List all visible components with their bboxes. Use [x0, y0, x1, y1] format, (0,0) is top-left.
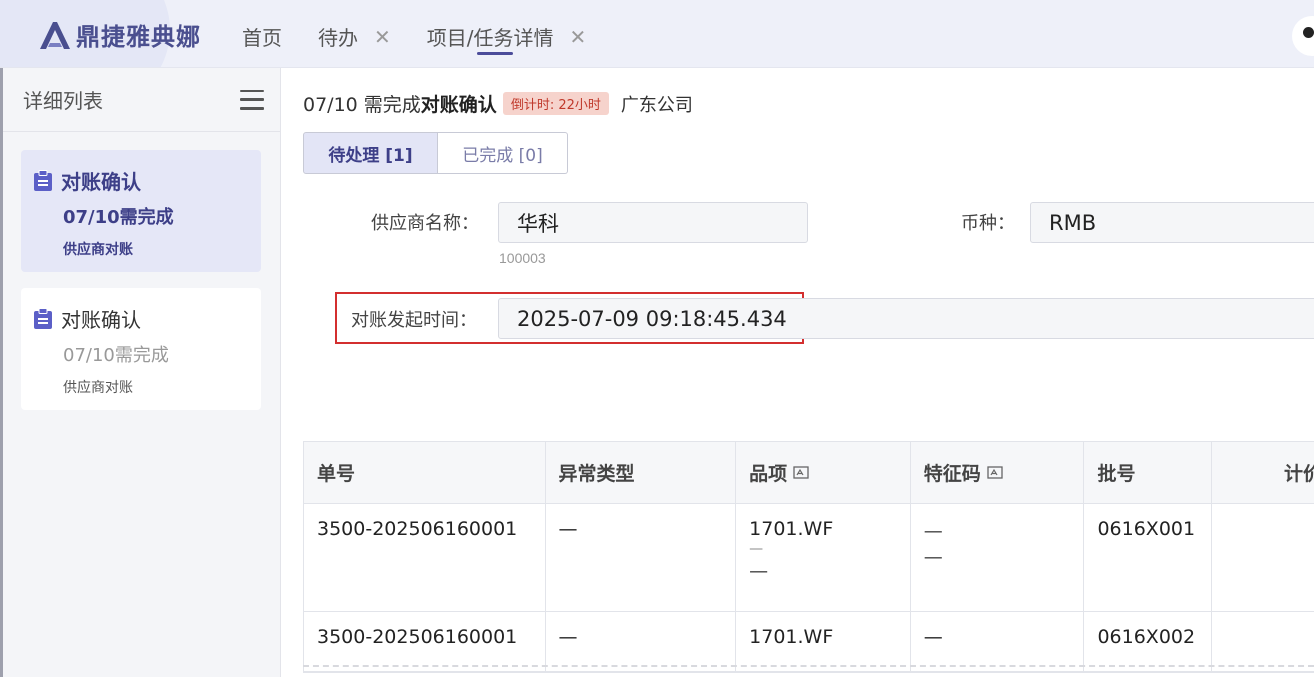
cell-feature: —	[911, 612, 1085, 671]
tab-task-detail[interactable]: 项目/任务详情 ✕	[426, 22, 587, 55]
currency-field[interactable]: RMB	[1030, 202, 1314, 243]
main-content: 07/10 需完成 对账确认 倒计时: 22小时 广东公司 待处理 [1] 已完…	[282, 68, 1314, 677]
clipboard-icon	[34, 307, 52, 329]
cell-feature: — —	[911, 504, 1085, 611]
sidebar-item-type: 供应商对账	[63, 380, 133, 396]
clipboard-icon	[34, 169, 52, 191]
currency-label: 币种：	[961, 213, 1015, 234]
col-feature-code-label: 特征码	[923, 463, 981, 485]
cell-feature-sub: —	[923, 546, 943, 568]
sidebar-item-due: 07/10需完成	[63, 345, 169, 366]
tab-todo[interactable]: 待办 ✕	[318, 22, 391, 51]
col-pricing[interactable]: 计价	[1212, 442, 1314, 503]
col-exception-type-label: 异常类型	[558, 463, 635, 485]
supplier-code: 100003	[499, 250, 546, 266]
avatar-icon	[1303, 27, 1314, 38]
nav-tabs: 首页 待办 ✕ 项目/任务详情 ✕	[242, 22, 622, 55]
col-order-no-label: 单号	[317, 463, 356, 485]
close-icon[interactable]: ✕	[374, 25, 391, 49]
cell-item-code: 1701.WF	[749, 518, 834, 540]
cell-pricing	[1212, 504, 1314, 611]
cell-feature-code: —	[923, 520, 943, 542]
col-exception-type[interactable]: 异常类型	[546, 442, 737, 503]
table-scroll-divider	[303, 665, 1314, 667]
col-order-no[interactable]: 单号	[304, 442, 546, 503]
sidebar-item-task-2[interactable]: 对账确认 07/10需完成 供应商对账	[21, 288, 261, 410]
edit-field-icon[interactable]	[987, 465, 1003, 481]
close-icon[interactable]: ✕	[570, 25, 587, 49]
sidebar: 详细列表 对账确认 07/10需完成 供应商对账 对账确认 07/10需完成 供…	[0, 68, 281, 677]
tab-pending[interactable]: 待处理 [1]	[303, 132, 438, 174]
sidebar-header: 详细列表	[3, 68, 280, 132]
top-header: 鼎捷雅典娜 首页 待办 ✕ 项目/任务详情 ✕	[0, 0, 1314, 68]
cell-batch: 0616X001	[1084, 504, 1213, 611]
supplier-label: 供应商名称：	[371, 213, 479, 234]
supplier-field[interactable]: 华科	[498, 202, 808, 243]
sidebar-item-title: 对账确认	[61, 170, 141, 194]
col-feature-code[interactable]: 特征码	[911, 442, 1085, 503]
col-item[interactable]: 品项	[736, 442, 911, 503]
sidebar-item-task-1[interactable]: 对账确认 07/10需完成 供应商对账	[21, 150, 261, 272]
reconciliation-table: 单号 异常类型 品项 特征码 批号 计价 3500-202506160001 —…	[303, 441, 1314, 673]
cell-item-sub: —	[749, 541, 764, 557]
tab-task-detail-label: 项目/任务详情	[426, 26, 554, 50]
cell-order-no: 3500-202506160001	[304, 504, 546, 611]
sidebar-item-title: 对账确认	[61, 308, 141, 332]
countdown-badge: 倒计时: 22小时	[502, 92, 609, 115]
start-time-label: 对账发起时间：	[351, 310, 477, 331]
cell-exception: —	[546, 612, 737, 671]
logo-icon	[40, 21, 70, 49]
table-header: 单号 异常类型 品项 特征码 批号 计价	[304, 442, 1314, 504]
sidebar-title: 详细列表	[23, 89, 103, 113]
tab-home[interactable]: 首页	[242, 22, 282, 51]
cell-batch: 0616X002	[1084, 612, 1213, 671]
active-tab-underline	[476, 52, 513, 55]
cell-item: 1701.WF — —	[736, 504, 911, 611]
tab-completed[interactable]: 已完成 [0]	[438, 132, 568, 174]
cell-pricing	[1212, 612, 1314, 671]
status-tabs: 待处理 [1] 已完成 [0]	[303, 132, 568, 174]
col-batch-no-label: 批号	[1097, 463, 1136, 485]
app-logo[interactable]: 鼎捷雅典娜	[38, 17, 201, 52]
task-name: 对账确认	[420, 94, 497, 116]
cell-item: 1701.WF	[736, 612, 911, 671]
sidebar-item-type: 供应商对账	[63, 242, 133, 258]
task-title-row: 07/10 需完成 对账确认 倒计时: 22小时 广东公司	[303, 90, 693, 117]
tab-home-label: 首页	[242, 26, 282, 50]
cell-item-sub: —	[749, 560, 769, 582]
edit-field-icon[interactable]	[793, 465, 809, 481]
company-name: 广东公司	[620, 94, 693, 116]
task-due-date: 07/10 需完成	[303, 94, 421, 116]
menu-icon[interactable]	[240, 89, 264, 110]
table-row[interactable]: 3500-202506160001 — 1701.WF — 0616X002	[304, 612, 1314, 672]
col-item-label: 品项	[749, 463, 788, 485]
tab-todo-label: 待办	[318, 26, 358, 50]
start-time-field[interactable]: 2025-07-09 09:18:45.434	[498, 298, 1314, 339]
cell-order-no: 3500-202506160001	[304, 612, 546, 671]
table-row[interactable]: 3500-202506160001 — 1701.WF — — — — 0616…	[304, 504, 1314, 612]
sidebar-item-due: 07/10需完成	[63, 207, 174, 228]
logo-text: 鼎捷雅典娜	[76, 23, 201, 51]
cell-exception: —	[546, 504, 737, 611]
col-pricing-label: 计价	[1283, 463, 1314, 485]
col-batch-no[interactable]: 批号	[1084, 442, 1213, 503]
